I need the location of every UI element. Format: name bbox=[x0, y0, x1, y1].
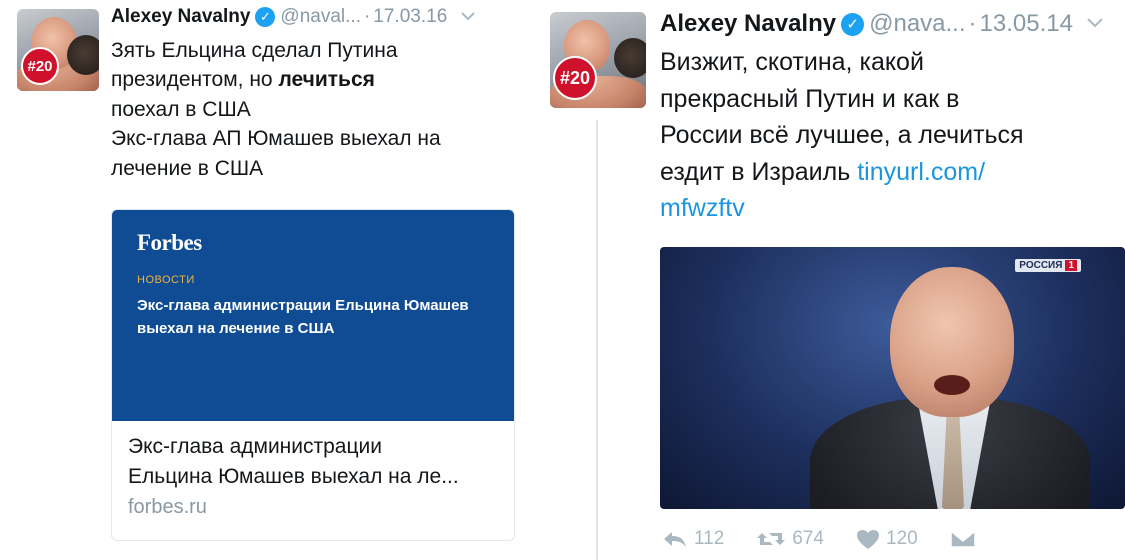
card-section: НОВОСТИ bbox=[137, 274, 195, 286]
heart-icon bbox=[857, 529, 879, 549]
verified-icon: ✓ bbox=[255, 7, 276, 27]
tweet-date[interactable]: 17.03.16 bbox=[373, 6, 447, 28]
tweet-text-line: ездит в Израиль tinyurl.com/ bbox=[660, 157, 986, 186]
avatar[interactable]: #20 bbox=[550, 12, 646, 108]
link-card[interactable]: Forbes НОВОСТИ Экс-глава администрации Е… bbox=[111, 209, 515, 541]
author-handle[interactable]: @nava... bbox=[869, 10, 965, 38]
message-button[interactable] bbox=[949, 529, 982, 549]
tweet-text-line: Экс-глава АП Юмашев выехал на bbox=[111, 127, 441, 151]
like-count: 120 bbox=[886, 528, 918, 549]
verified-icon: ✓ bbox=[841, 12, 865, 36]
thread-divider bbox=[596, 120, 598, 560]
tweet-header: Alexey Navalny ✓ @naval... · 17.03.16 bbox=[111, 6, 475, 28]
card-image[interactable]: Forbes НОВОСТИ Экс-глава администрации Е… bbox=[112, 210, 514, 421]
tweet-right: #20 Alexey Navalny ✓ @nava... · 13.05.14… bbox=[550, 0, 1125, 560]
retweet-icon bbox=[757, 533, 786, 545]
tweet-link-continued[interactable]: mfwzftv bbox=[660, 190, 1120, 227]
tweet-text-line: лечение в США bbox=[111, 156, 264, 180]
chevron-down-icon[interactable] bbox=[1087, 15, 1103, 33]
like-button[interactable]: 120 bbox=[856, 528, 918, 550]
tweet-actions: 112 674 120 bbox=[662, 528, 1014, 550]
tweet-text-line: России всё лучшее, а лечиться bbox=[660, 121, 1024, 149]
avatar[interactable]: #20 bbox=[17, 9, 99, 91]
separator-dot: · bbox=[363, 6, 371, 27]
reply-icon bbox=[664, 532, 686, 547]
tweet-text-line: президентом, но лечиться bbox=[111, 68, 375, 92]
card-domain[interactable]: forbes.ru bbox=[128, 496, 207, 519]
retweet-count: 674 bbox=[792, 528, 824, 549]
card-image-headline: Экс-глава администрации Ельцина Юмашев в… bbox=[137, 297, 469, 338]
tweet-date[interactable]: 13.05.14 bbox=[980, 10, 1073, 38]
reply-count: 112 bbox=[694, 528, 725, 549]
tweet-media-image[interactable]: РОССИЯ 1 bbox=[660, 247, 1125, 509]
tweet-text: Визжит, скотина, какой прекрасный Путин … bbox=[660, 44, 1120, 227]
avatar-badge: #20 bbox=[21, 47, 59, 85]
author-name[interactable]: Alexey Navalny bbox=[111, 6, 250, 28]
author-handle[interactable]: @naval... bbox=[280, 6, 361, 28]
tweet-text-line: Визжит, скотина, какой bbox=[660, 48, 924, 76]
tweet-header: Alexey Navalny ✓ @nava... · 13.05.14 bbox=[660, 10, 1103, 38]
retweet-button[interactable]: 674 bbox=[756, 528, 824, 550]
envelope-icon bbox=[949, 530, 976, 548]
author-name[interactable]: Alexey Navalny bbox=[660, 10, 836, 38]
tweet-text-line: Зять Ельцина сделал Путина bbox=[111, 39, 398, 62]
forbes-logo: Forbes bbox=[137, 230, 202, 255]
separator-dot: · bbox=[968, 10, 977, 37]
tweet-left: #20 Alexey Navalny ✓ @naval... · 17.03.1… bbox=[0, 0, 530, 560]
card-title[interactable]: Экс-глава администрации Ельцина Юмашев в… bbox=[128, 432, 508, 493]
tweet-text: Зять Ельцина сделал Путина президентом, … bbox=[111, 36, 521, 183]
tweet-text-line: прекрасный Путин и как в bbox=[660, 84, 960, 113]
avatar-badge: #20 bbox=[553, 56, 597, 100]
reply-button[interactable]: 112 bbox=[662, 528, 724, 550]
bold-word: лечиться bbox=[278, 68, 375, 92]
tweet-text-line: поехал в США bbox=[111, 97, 251, 121]
chevron-down-icon[interactable] bbox=[461, 8, 475, 26]
tweet-link[interactable]: tinyurl.com/ bbox=[857, 158, 985, 186]
tv-channel-logo: РОССИЯ 1 bbox=[1015, 259, 1081, 272]
